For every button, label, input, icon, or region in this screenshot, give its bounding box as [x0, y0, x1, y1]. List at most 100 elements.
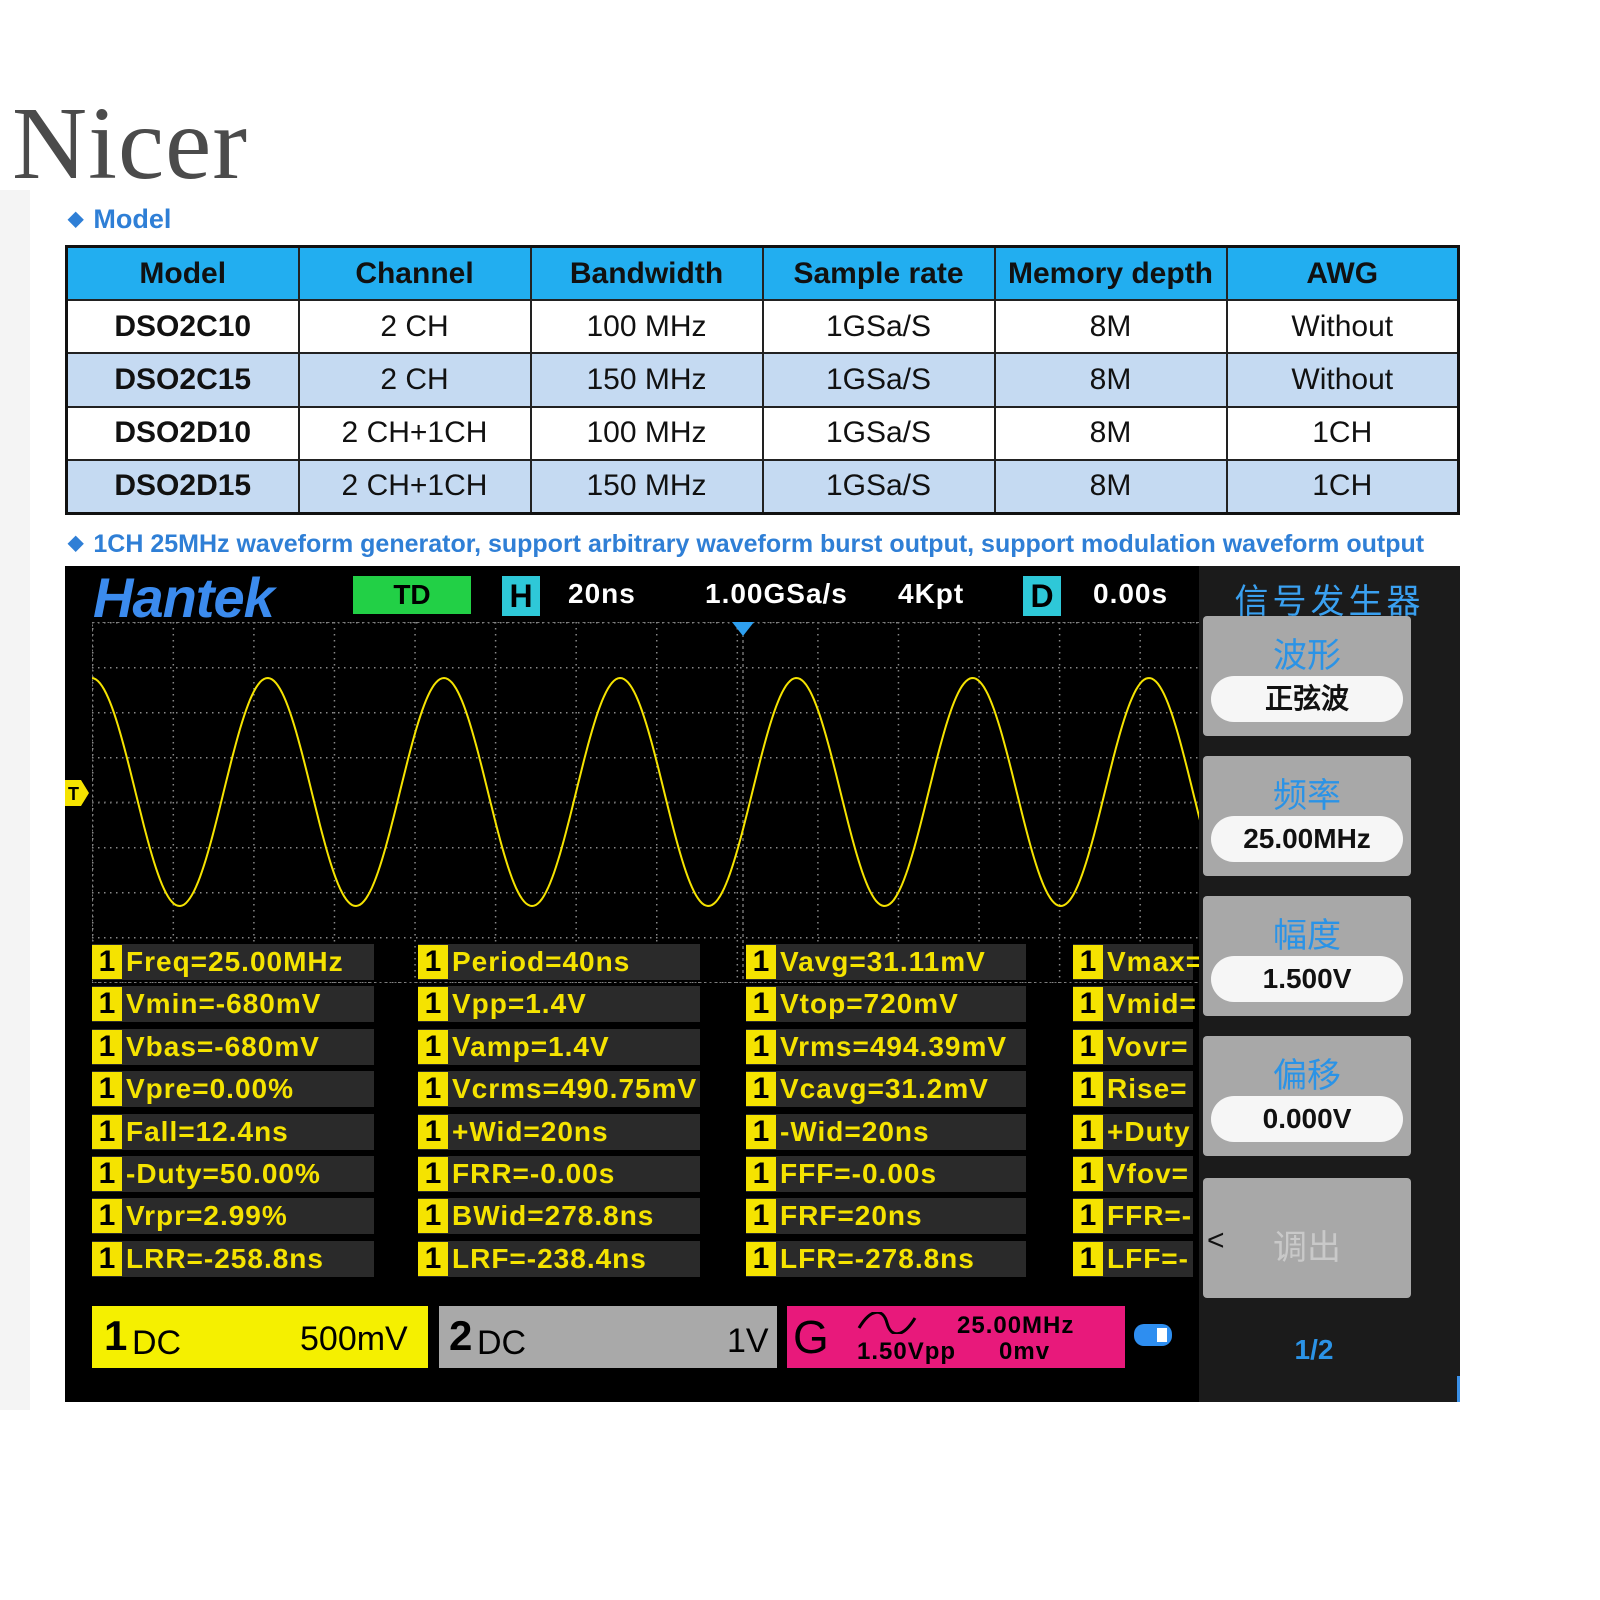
measurement-item: 1 LRF=-238.4ns — [418, 1240, 700, 1277]
left-margin-strip — [0, 190, 30, 1410]
header-cell: Sample rate — [761, 245, 996, 302]
measurement-channel-badge: 1 — [92, 945, 122, 979]
ch2-status-bar[interactable]: 2 DC 1V — [439, 1306, 777, 1368]
table-cell: 8M — [993, 458, 1228, 515]
measurement-value: Vfov= — [1107, 1158, 1190, 1189]
measurement-value: -Wid=20ns — [780, 1115, 930, 1147]
table-cell: 8M — [993, 352, 1228, 408]
generator-amplitude: 1.50Vpp — [857, 1338, 957, 1365]
table-cell: 1GSa/S — [761, 299, 996, 355]
ch2-number: 2 — [449, 1312, 473, 1359]
measurement-item: 1 Vpp=1.4V — [418, 986, 700, 1023]
header-cell: Channel — [297, 245, 532, 302]
measurement-channel-badge: 1 — [1073, 1072, 1103, 1107]
table-row: DSO2C10 2 CH 100 MHz 1GSa/S 8M Without — [65, 299, 1460, 355]
menu-frequency-button[interactable]: 频率 25.00MHz — [1203, 756, 1411, 876]
measurement-item: 1 Fall=12.4ns — [92, 1113, 374, 1150]
measurement-item: 1 LFR=-278.8ns — [746, 1240, 1026, 1277]
measurement-item: 1 BWid=278.8ns — [418, 1198, 700, 1235]
measurement-channel-badge: 1 — [92, 1114, 122, 1149]
table-cell: Without — [1225, 352, 1460, 408]
table-cell: 1GSa/S — [761, 405, 996, 461]
measurement-channel-badge: 1 — [92, 1029, 122, 1064]
measurement-item: 1 Vrms=494.39mV — [746, 1028, 1026, 1065]
measurement-channel-badge: 1 — [418, 1199, 448, 1234]
measurement-value: FRF=20ns — [780, 1200, 923, 1232]
table-cell: 1CH — [1225, 405, 1460, 461]
measurement-channel-badge: 1 — [92, 1199, 122, 1234]
header-cell: Memory depth — [993, 245, 1228, 302]
signal-generator-menu: 信号发生器 波形 正弦波 频率 25.00MHz 幅度 1.500V 偏移 0.… — [1199, 566, 1460, 1402]
measurement-value: Vcavg=31.2mV — [780, 1073, 989, 1105]
table-cell: 150 MHz — [529, 352, 764, 408]
measurement-channel-badge: 1 — [1073, 1029, 1103, 1064]
measurement-channel-badge: 1 — [418, 1072, 448, 1107]
measurement-value: -Duty=50.00% — [126, 1158, 321, 1189]
measurement-item: 1 Vmax= — [1073, 944, 1202, 980]
measurement-channel-badge: 1 — [418, 987, 448, 1022]
measurement-value: Vavg=31.11mV — [780, 946, 986, 977]
measurement-value: Vamp=1.4V — [452, 1030, 610, 1062]
measurement-channel-badge: 1 — [746, 1241, 776, 1276]
table-row: DSO2C15 2 CH 150 MHz 1GSa/S 8M Without — [65, 352, 1460, 408]
menu-item-value: 25.00MHz — [1211, 816, 1403, 862]
measurement-value: BWid=278.8ns — [452, 1200, 655, 1232]
table-cell: DSO2C10 — [65, 299, 300, 355]
measurement-channel-badge: 1 — [746, 987, 776, 1022]
table-cell: 2 CH — [297, 299, 532, 355]
measurement-value: Period=40ns — [452, 946, 631, 977]
ch2-scale: 1V — [727, 1322, 769, 1360]
menu-item-label: 波形 — [1273, 637, 1341, 675]
menu-item-value: 0.000V — [1211, 1096, 1403, 1142]
screen-edge-accent — [1457, 1376, 1460, 1402]
generator-offset: 0mv — [999, 1338, 1051, 1365]
horizontal-badge: H — [502, 576, 540, 616]
ch2-coupling: DC — [477, 1324, 527, 1362]
measurement-channel-badge: 1 — [746, 1157, 776, 1191]
measurement-item: 1 Vcrms=490.75mV — [418, 1071, 700, 1108]
measurement-value: LRR=-258.8ns — [126, 1242, 324, 1274]
measurement-item: 1 FFF=-0.00s — [746, 1156, 1026, 1192]
model-table: Model Channel Bandwidth Sample rate Memo… — [65, 245, 1460, 515]
menu-offset-button[interactable]: 偏移 0.000V — [1203, 1036, 1411, 1156]
ch1-status-bar[interactable]: 1 DC 500mV — [92, 1306, 428, 1368]
table-cell: 150 MHz — [529, 458, 764, 515]
measurement-channel-badge: 1 — [418, 1029, 448, 1064]
measurement-value: Vrms=494.39mV — [780, 1030, 1008, 1062]
generator-status-bar[interactable]: G 25.00MHz 1.50Vpp 0mv — [787, 1306, 1125, 1368]
measurement-value: +Duty — [1107, 1115, 1191, 1147]
ch1-scale: 500mV — [300, 1320, 408, 1358]
measurement-item: 1 +Wid=20ns — [418, 1113, 700, 1150]
brand-logo: Nicer — [12, 86, 248, 201]
table-cell: DSO2C15 — [65, 352, 300, 408]
measurement-item: 1 Period=40ns — [418, 944, 700, 980]
menu-recall-button[interactable]: < 调出 — [1203, 1178, 1411, 1298]
measurement-item: 1 Vfov= — [1073, 1156, 1193, 1192]
measurement-item: 1 LRR=-258.8ns — [92, 1240, 374, 1277]
measurement-value: LFF=- — [1107, 1242, 1189, 1274]
measurement-channel-badge: 1 — [418, 1157, 448, 1191]
measurement-channel-badge: 1 — [1073, 1241, 1103, 1276]
table-cell: Without — [1225, 299, 1460, 355]
ch1-coupling: DC — [132, 1324, 182, 1362]
measurement-item: 1 -Wid=20ns — [746, 1113, 1026, 1150]
measurement-value: Vovr= — [1107, 1030, 1189, 1062]
memory-depth-readout: 4Kpt — [898, 578, 965, 609]
measurement-channel-badge: 1 — [92, 1157, 122, 1191]
table-cell: DSO2D10 — [65, 405, 300, 461]
trigger-level-marker[interactable]: T — [65, 778, 91, 808]
hantek-logo: Hantek — [93, 566, 275, 629]
mode-badge[interactable]: TD — [353, 576, 471, 614]
menu-amplitude-button[interactable]: 幅度 1.500V — [1203, 896, 1411, 1016]
generator-label: G — [793, 1311, 829, 1363]
sine-wave-icon — [857, 1312, 917, 1334]
menu-item-label: 调出 — [1273, 1229, 1341, 1267]
measurement-channel-badge: 1 — [92, 1241, 122, 1276]
menu-page-indicator[interactable]: 1/2 — [1199, 1334, 1429, 1366]
generator-frequency: 25.00MHz — [957, 1312, 1075, 1339]
model-table-header-row: Model Channel Bandwidth Sample rate Memo… — [65, 245, 1460, 302]
measurement-channel-badge: 1 — [746, 1199, 776, 1234]
table-row: DSO2D10 2 CH+1CH 100 MHz 1GSa/S 8M 1CH — [65, 405, 1460, 461]
measurement-value: LRF=-238.4ns — [452, 1242, 647, 1274]
menu-waveform-button[interactable]: 波形 正弦波 — [1203, 616, 1411, 736]
